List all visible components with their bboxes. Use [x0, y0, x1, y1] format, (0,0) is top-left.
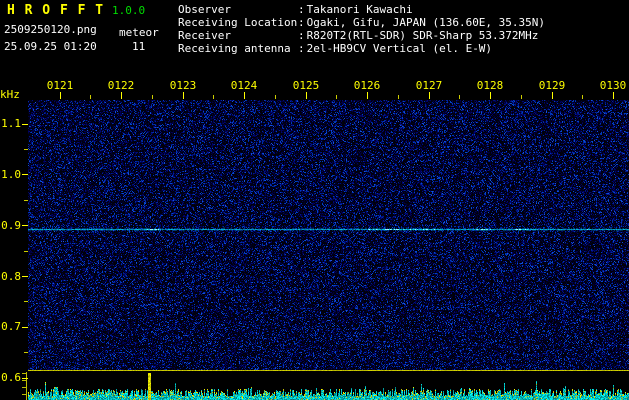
- x-tick-label: 0124: [230, 79, 258, 92]
- info-colon: :: [298, 3, 305, 16]
- datetime-label: 25.09.25 01:20: [4, 40, 97, 53]
- x-tick-label: 0126: [353, 79, 381, 92]
- y-tick-label: 0.6: [1, 371, 21, 384]
- y-tick-label: 1.1: [1, 117, 21, 130]
- y-tick-label: 0.7: [1, 320, 21, 333]
- info-colon: :: [298, 29, 305, 42]
- info-label: Receiving antenna: [178, 42, 291, 55]
- x-tick-label: 0127: [415, 79, 443, 92]
- info-row-location: Receiving Location: Ogaki, Gifu, JAPAN (1…: [178, 16, 545, 29]
- info-value: 2el-HB9CV Vertical (el. E-W): [306, 42, 493, 55]
- y-tick-label: 0.8: [1, 270, 21, 283]
- y-tick-label: 1.0: [1, 168, 21, 181]
- echo-count: 11: [132, 40, 146, 53]
- x-tick-label: 0129: [538, 79, 566, 92]
- mode-label: meteor: [119, 26, 159, 39]
- x-tick-label: 0125: [292, 79, 320, 92]
- station-info: Observer: Takanori Kawachi Receiving Loca…: [178, 3, 545, 55]
- x-tick-label: 0121: [46, 79, 74, 92]
- x-tick-label: 0123: [169, 79, 197, 92]
- info-label: Observer: [178, 3, 231, 16]
- info-colon: :: [298, 42, 305, 55]
- x-tick-label: 0128: [476, 79, 504, 92]
- info-row-antenna: Receiving antenna:2el-HB9CV Vertical (el…: [178, 42, 545, 55]
- info-row-observer: Observer: Takanori Kawachi: [178, 3, 545, 16]
- app-version: 1.0.0: [112, 4, 146, 17]
- info-label: Receiving Location: [178, 16, 298, 29]
- app-title: H R O F F T: [7, 3, 105, 18]
- x-tick-label: 0130: [599, 79, 627, 92]
- info-colon: :: [298, 16, 305, 29]
- y-axis-unit-label: kHz: [0, 88, 20, 101]
- info-value: R820T2(RTL-SDR) SDR-Sharp 53.372MHz: [306, 29, 539, 42]
- info-value: Takanori Kawachi: [306, 3, 413, 16]
- x-tick-label: 0122: [107, 79, 135, 92]
- y-tick-label: 0.9: [1, 219, 21, 232]
- output-filename: 2509250120.png: [4, 23, 97, 36]
- hrofft-screen: H R O F F T 1.0.0 2509250120.png meteor …: [0, 0, 629, 400]
- spectrogram-canvas: [20, 90, 629, 400]
- info-value: Ogaki, Gifu, JAPAN (136.60E, 35.35N): [306, 16, 546, 29]
- info-row-receiver: Receiver: R820T2(RTL-SDR) SDR-Sharp 53.37…: [178, 29, 545, 42]
- info-label: Receiver: [178, 29, 231, 42]
